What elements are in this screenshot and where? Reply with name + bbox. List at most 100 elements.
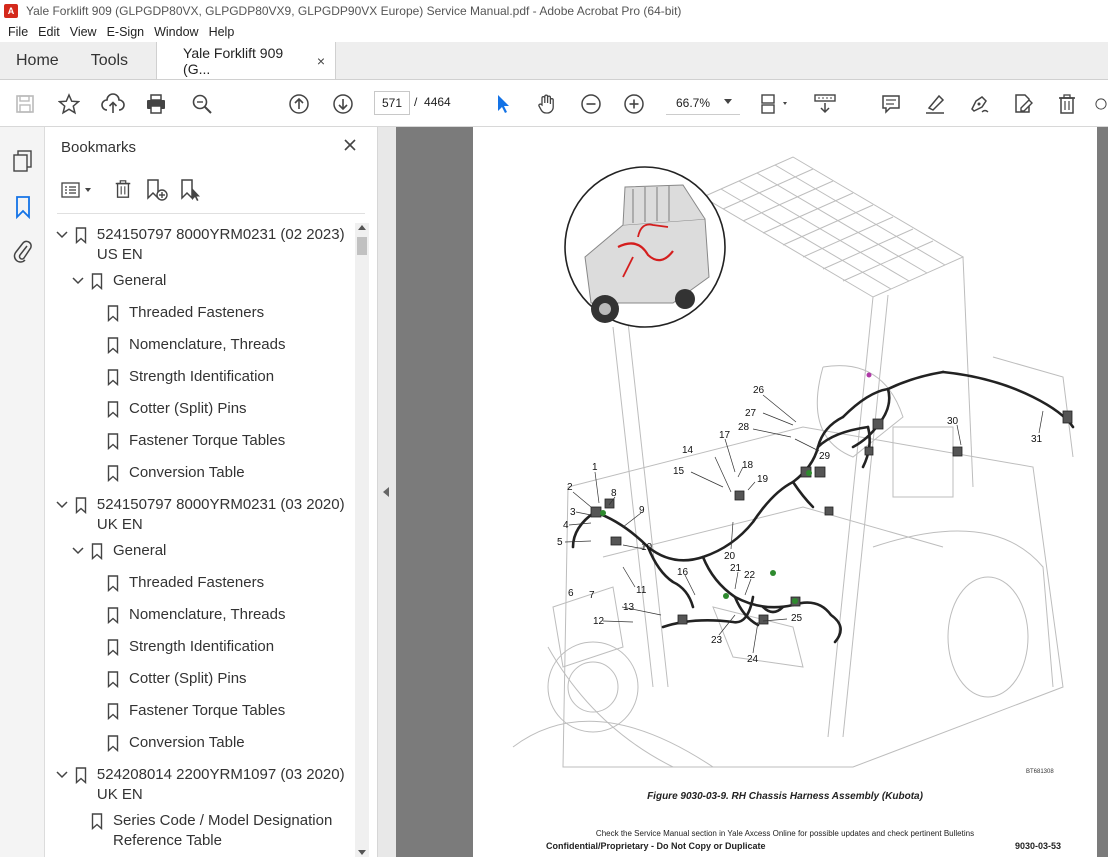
save-icon[interactable]: [12, 81, 38, 127]
menu-bar: File Edit View E-Sign Window Help: [0, 22, 1108, 42]
menu-window[interactable]: Window: [154, 25, 198, 39]
callout-14: 14: [682, 445, 694, 456]
callout-11: 11: [636, 585, 647, 596]
scroll-down-icon[interactable]: [358, 850, 366, 855]
bookmark-item[interactable]: 524150797 8000YRM0231 (02 2023) US EN: [55, 225, 345, 265]
close-icon[interactable]: [342, 137, 358, 153]
bookmark-item[interactable]: 524150797 8000YRM0231 (03 2020) UK EN: [55, 495, 345, 535]
bookmark-item[interactable]: Threaded Fasteners: [107, 303, 264, 323]
chevron-down-icon[interactable]: [71, 541, 85, 561]
callout-28: 28: [738, 422, 750, 433]
chevron-down-icon[interactable]: [71, 271, 85, 291]
zoom-level-dropdown[interactable]: 66.7%: [666, 91, 740, 115]
chevron-down-icon: [724, 99, 732, 104]
page-thumbnails-icon[interactable]: [12, 149, 34, 178]
zoom-search-icon[interactable]: [189, 81, 215, 127]
delete-icon[interactable]: [1054, 81, 1080, 127]
bookmark-item[interactable]: General: [71, 271, 166, 291]
scrollbar-thumb[interactable]: [357, 237, 367, 255]
callout-29: 29: [819, 451, 831, 462]
bookmark-from-selection-icon[interactable]: [179, 178, 203, 207]
bookmark-icon: [107, 463, 119, 483]
callout-26: 26: [753, 385, 765, 396]
bookmark-label: General: [113, 542, 167, 559]
bookmark-item[interactable]: Fastener Torque Tables: [107, 701, 285, 721]
bookmarks-panel-title: Bookmarks: [61, 139, 137, 156]
footnote: Check the Service Manual section in Yale…: [595, 829, 975, 838]
bookmark-item[interactable]: General: [71, 541, 166, 561]
tab-close-icon[interactable]: ×: [317, 53, 325, 69]
star-icon[interactable]: [56, 81, 82, 127]
bookmarks-scrollbar[interactable]: [355, 223, 369, 857]
bookmark-label: Cotter (Split) Pins: [129, 670, 247, 687]
bookmark-item[interactable]: Threaded Fasteners: [107, 573, 264, 593]
bookmark-label: Nomenclature, Threads: [129, 606, 286, 623]
bookmark-item[interactable]: Strength Identification: [107, 637, 274, 657]
bookmark-icon: [75, 225, 87, 245]
bookmark-label: Conversion Table: [129, 734, 245, 751]
bookmark-item[interactable]: Series Code / Model Designation Referenc…: [91, 811, 341, 851]
bookmark-item[interactable]: 524208014 2200YRM1097 (03 2020) UK EN: [55, 765, 345, 805]
chevron-down-icon[interactable]: [55, 225, 69, 245]
delete-bookmark-icon[interactable]: [113, 178, 133, 205]
tab-home[interactable]: Home: [0, 42, 75, 79]
bookmark-item[interactable]: Nomenclature, Threads: [107, 335, 285, 355]
menu-esign[interactable]: E-Sign: [107, 25, 145, 39]
bookmark-item[interactable]: Fastener Torque Tables: [107, 431, 285, 451]
bookmark-label: Threaded Fasteners: [129, 574, 265, 591]
bookmark-item[interactable]: Conversion Table: [107, 733, 245, 753]
edit-pdf-icon[interactable]: [1010, 81, 1036, 127]
bookmark-icon: [107, 303, 119, 323]
bookmark-options-icon[interactable]: [61, 180, 95, 205]
zoom-out-icon[interactable]: [578, 81, 604, 127]
bookmark-icon: [75, 495, 87, 515]
bookmark-item[interactable]: Cotter (Split) Pins: [107, 669, 247, 689]
select-cursor-icon[interactable]: [490, 81, 516, 127]
new-bookmark-icon[interactable]: [145, 178, 169, 207]
tab-tools[interactable]: Tools: [75, 42, 144, 79]
hand-tool-icon[interactable]: [534, 81, 560, 127]
callout-13: 13: [623, 602, 635, 613]
pdf-page: 1 2 3 4 5 6 7 8 9 10 11 12 13 14 15 16 1…: [473, 127, 1097, 857]
print-icon[interactable]: [143, 81, 169, 127]
tab-document[interactable]: Yale Forklift 909 (G... ×: [156, 42, 337, 79]
collapse-panel-icon[interactable]: [383, 487, 389, 497]
sign-pen-icon[interactable]: [966, 81, 992, 127]
upload-cloud-icon[interactable]: [100, 81, 126, 127]
previous-page-icon[interactable]: [286, 81, 312, 127]
highlight-pen-icon[interactable]: [922, 81, 948, 127]
menu-view[interactable]: View: [70, 25, 97, 39]
page-total-count: 4464: [424, 95, 451, 109]
chevron-down-icon[interactable]: [55, 495, 69, 515]
callout-3: 3: [570, 507, 576, 518]
scroll-mode-icon[interactable]: [812, 81, 838, 127]
bookmark-icon: [91, 271, 103, 291]
callout-31: 31: [1031, 434, 1043, 445]
bookmark-label: 524208014 2200YRM1097 (03 2020) UK EN: [96, 766, 345, 803]
menu-file[interactable]: File: [8, 25, 28, 39]
bookmarks-icon[interactable]: [14, 195, 32, 224]
menu-help[interactable]: Help: [209, 25, 235, 39]
harness-diagram: 1 2 3 4 5 6 7 8 9 10 11 12 13 14 15 16 1…: [512, 156, 1075, 768]
bookmark-item[interactable]: Conversion Table: [107, 463, 245, 483]
next-page-icon[interactable]: [330, 81, 356, 127]
bookmark-item[interactable]: Strength Identification: [107, 367, 274, 387]
chevron-down-icon[interactable]: [55, 765, 69, 785]
page-separator: /: [414, 95, 418, 109]
page-number-input[interactable]: 571: [374, 91, 410, 115]
zoom-in-icon[interactable]: [621, 81, 647, 127]
bookmark-label: General: [113, 272, 167, 289]
callout-17: 17: [719, 430, 731, 441]
menu-edit[interactable]: Edit: [38, 25, 60, 39]
comment-icon[interactable]: [878, 81, 904, 127]
attachments-icon[interactable]: [13, 239, 33, 268]
panel-splitter[interactable]: [378, 127, 396, 857]
callout-8: 8: [611, 488, 617, 499]
bookmark-item[interactable]: Cotter (Split) Pins: [107, 399, 247, 419]
page-display-icon[interactable]: [757, 81, 793, 127]
scroll-up-icon[interactable]: [358, 225, 366, 230]
more-tools-icon[interactable]: [1094, 81, 1108, 127]
bookmark-item[interactable]: Nomenclature, Threads: [107, 605, 285, 625]
bookmark-icon: [91, 541, 103, 561]
main-toolbar: 571 / 4464 66.7%: [0, 81, 1108, 127]
